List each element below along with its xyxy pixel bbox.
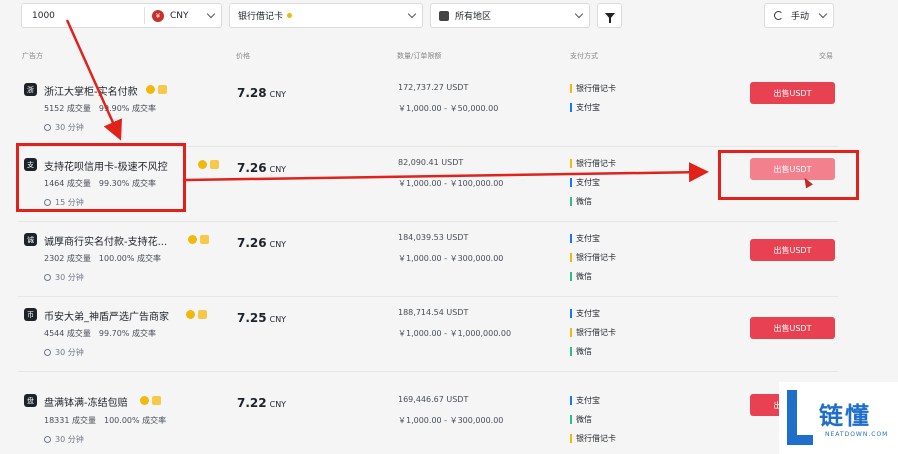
- highlight-sell-button-box: [718, 150, 859, 200]
- watermark-en: NEATDOWN.COM: [825, 431, 889, 438]
- annotation-arrow-down: [65, 19, 122, 141]
- watermark-cn: 链懂: [819, 402, 871, 430]
- highlight-advertiser-box: [16, 143, 186, 212]
- watermark-logo: 链懂 NEATDOWN.COM: [779, 382, 898, 454]
- logo-l-icon: [787, 390, 813, 445]
- annotation-arrow-right: [185, 162, 709, 183]
- annotation-arrows: [65, 19, 709, 183]
